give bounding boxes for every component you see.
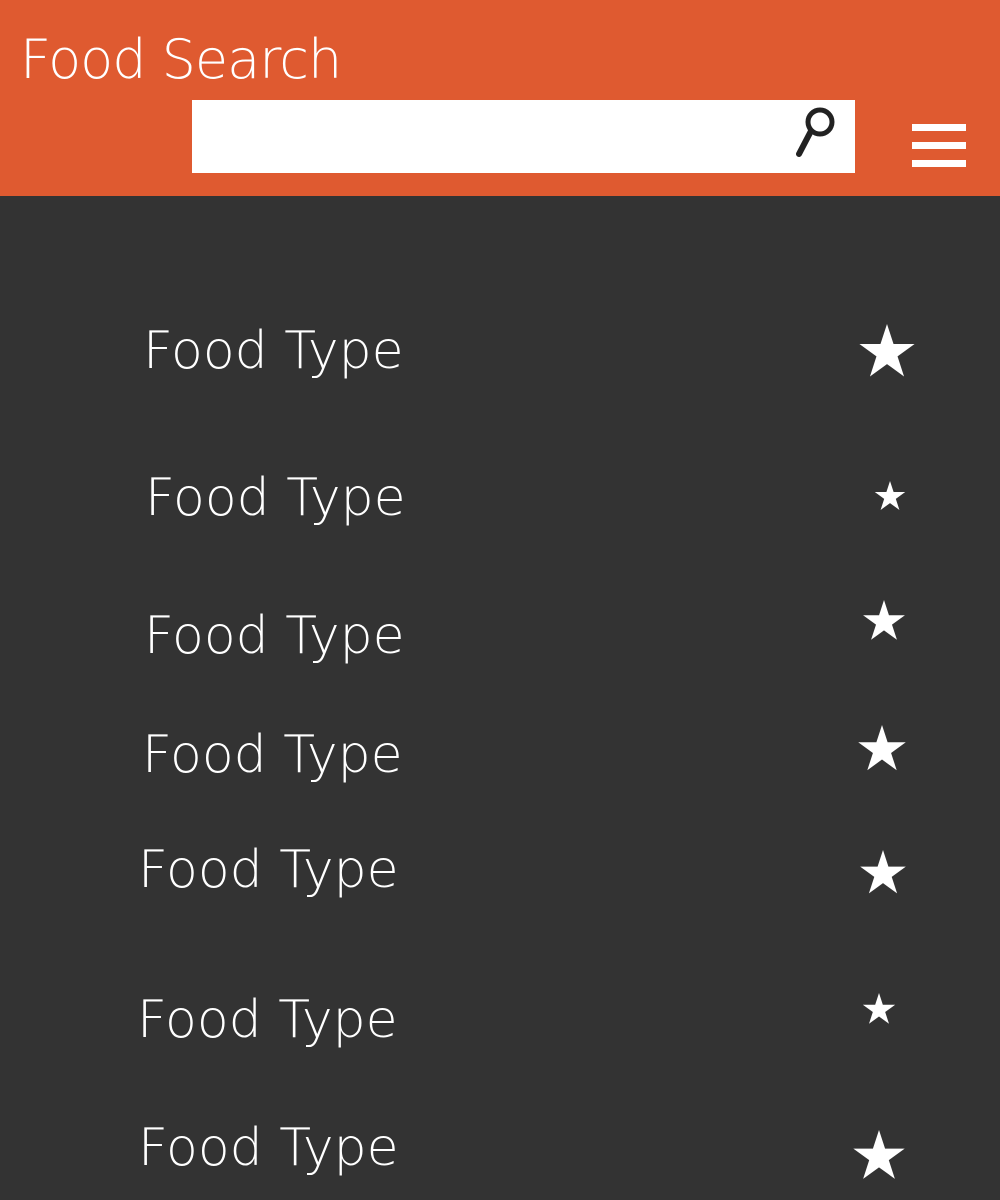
- magnifier-icon: [796, 107, 835, 157]
- food-type-label: Food Type: [144, 606, 405, 666]
- search-box: [192, 100, 855, 173]
- food-type-label: Food Type: [138, 840, 399, 900]
- food-type-item[interactable]: Food Type: [0, 453, 1000, 543]
- food-type-item[interactable]: Food Type: [0, 591, 1000, 681]
- star-icon[interactable]: [862, 993, 896, 1027]
- app-title: Food Search: [20, 28, 342, 91]
- food-type-item[interactable]: Food Type: [0, 306, 1000, 396]
- food-type-label: Food Type: [143, 321, 404, 381]
- menu-button[interactable]: [908, 120, 970, 172]
- star-icon[interactable]: [874, 481, 906, 513]
- menu-bar-bottom: [912, 160, 966, 167]
- star-icon[interactable]: [859, 850, 907, 898]
- food-type-label: Food Type: [142, 725, 403, 785]
- food-type-label: Food Type: [145, 468, 406, 528]
- star-icon[interactable]: [852, 1130, 906, 1184]
- menu-bar-middle: [912, 142, 966, 149]
- food-type-list: Food Type Food Type Food Type Food Type …: [0, 196, 1000, 1200]
- food-type-label: Food Type: [138, 1118, 399, 1178]
- app-header: Food Search: [0, 0, 1000, 196]
- search-input[interactable]: [192, 100, 782, 173]
- food-type-item[interactable]: Food Type: [0, 975, 1000, 1065]
- menu-bar-top: [912, 124, 966, 131]
- search-button[interactable]: [792, 102, 842, 162]
- food-type-label: Food Type: [137, 990, 398, 1050]
- food-type-item[interactable]: Food Type: [0, 710, 1000, 800]
- star-icon[interactable]: [857, 725, 907, 775]
- star-icon[interactable]: [858, 324, 916, 382]
- food-type-item[interactable]: Food Type: [0, 825, 1000, 915]
- star-icon[interactable]: [862, 600, 906, 644]
- food-type-item[interactable]: Food Type: [0, 1103, 1000, 1193]
